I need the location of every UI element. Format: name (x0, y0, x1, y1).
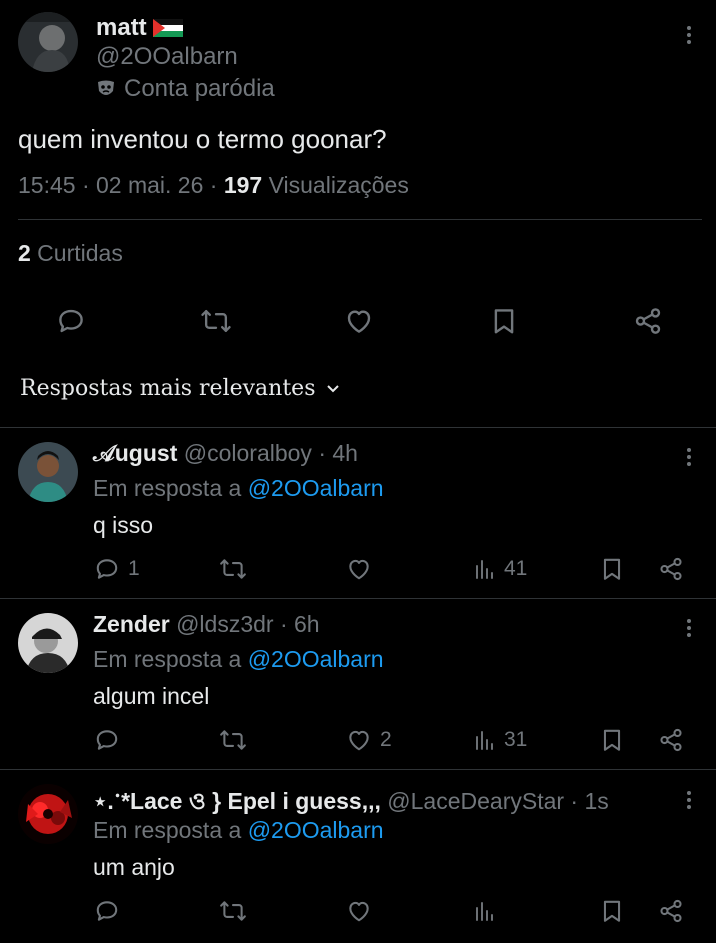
divider (18, 219, 702, 220)
like-icon[interactable] (346, 898, 372, 924)
chevron-down-icon[interactable] (326, 384, 340, 394)
retweet-icon[interactable] (219, 556, 247, 582)
reply-time[interactable]: · 6h (274, 611, 320, 637)
share-icon[interactable] (658, 727, 684, 753)
retweet-icon[interactable] (219, 727, 247, 753)
tweet-header: matt @2OOalbarn Conta paródia (18, 12, 698, 102)
retweet-button[interactable] (219, 898, 255, 924)
palestine-flag-icon (152, 19, 183, 37)
reply-to-handle[interactable]: @2OOalbarn (248, 817, 384, 843)
mask-icon (96, 79, 116, 99)
author-handle[interactable]: @2OOalbarn (96, 43, 238, 71)
reply-icon[interactable] (56, 306, 86, 336)
reply-item[interactable]: Zender @ldsz3dr · 6h Em resposta a @2OOa… (0, 598, 716, 769)
reply-button[interactable]: 1 (94, 556, 140, 582)
retweet-icon[interactable] (200, 306, 232, 336)
tweet-text: quem inventou o termo goonar? (18, 124, 387, 154)
author-name[interactable]: matt (96, 14, 183, 42)
reply-to-label: Em resposta a (93, 475, 248, 501)
reply-to-label: Em resposta a (93, 646, 248, 672)
reply-header: 𝒜ugust @coloralboy · 4h (93, 440, 358, 467)
share-icon[interactable] (658, 898, 684, 924)
avatar[interactable] (18, 784, 78, 844)
reply-icon[interactable] (94, 556, 120, 582)
reply-item[interactable]: ⋆.ॱ*Lace ও } Epel i guess,,, @LaceDearyS… (0, 769, 716, 943)
reply-to-label: Em resposta a (93, 817, 248, 843)
avatar[interactable] (18, 442, 78, 502)
reply-to-handle[interactable]: @2OOalbarn (248, 646, 384, 672)
views-count: 197 (223, 172, 263, 198)
tweet-meta: 15:45 · 02 mai. 26 · 197 Visualizações (18, 172, 409, 199)
analytics-icon[interactable] (474, 727, 496, 753)
avatar[interactable] (18, 613, 78, 673)
sort-dropdown[interactable]: Respostas mais relevantes (20, 376, 340, 401)
like-button[interactable] (346, 898, 380, 924)
bookmark-icon[interactable] (490, 306, 518, 336)
reply-context: Em resposta a @2OOalbarn (93, 475, 384, 502)
retweet-icon[interactable] (219, 898, 247, 924)
views-button[interactable] (474, 898, 504, 924)
parody-label: Conta paródia (124, 75, 275, 102)
reply-icon[interactable] (94, 898, 120, 924)
likes-label: Curtidas (30, 240, 123, 266)
parody-badge: Conta paródia (96, 75, 275, 103)
reply-text: q isso (93, 512, 154, 538)
views-button[interactable]: 31 (474, 727, 527, 753)
author-name-text[interactable]: matt (96, 14, 147, 42)
reply-author-name[interactable]: 𝒜ugust (93, 440, 177, 466)
more-options-icon[interactable] (684, 789, 694, 811)
more-options-icon[interactable] (684, 446, 694, 468)
reply-time[interactable]: · 4h (312, 440, 358, 466)
retweet-button[interactable] (219, 556, 255, 582)
retweet-button[interactable] (219, 727, 255, 753)
likes-count: 2 (18, 240, 31, 266)
like-button[interactable] (346, 556, 380, 582)
reply-author-handle[interactable]: @ldsz3dr (176, 611, 274, 637)
like-button[interactable]: 2 (346, 727, 392, 753)
sort-label[interactable]: Respostas mais relevantes (20, 376, 316, 401)
bookmark-icon[interactable] (600, 727, 624, 753)
reply-context: Em resposta a @2OOalbarn (93, 646, 384, 673)
reply-button[interactable] (94, 727, 128, 753)
reply-header: Zender @ldsz3dr · 6h (93, 611, 320, 638)
views-count: 41 (504, 557, 528, 580)
reply-button[interactable] (94, 898, 128, 924)
timestamp[interactable]: 15:45 · 02 mai. 26 · (18, 172, 224, 198)
views-label: Visualizações (262, 172, 409, 198)
like-icon[interactable] (344, 306, 374, 336)
share-icon[interactable] (633, 306, 663, 336)
reply-context: Em resposta a @2OOalbarn (93, 817, 384, 844)
reply-author-name[interactable]: Zender (93, 611, 170, 637)
reply-author-name[interactable]: ⋆.ॱ*Lace ও } Epel i guess,,, (93, 788, 381, 814)
bookmark-icon[interactable] (600, 556, 624, 582)
analytics-icon[interactable] (474, 898, 496, 924)
more-options-icon[interactable] (684, 617, 694, 639)
likes-summary[interactable]: 2 Curtidas (18, 240, 123, 267)
reply-count: 1 (128, 557, 140, 580)
like-icon[interactable] (346, 727, 372, 753)
share-icon[interactable] (658, 556, 684, 582)
views-count: 31 (504, 728, 528, 751)
reply-to-handle[interactable]: @2OOalbarn (248, 475, 384, 501)
reply-icon[interactable] (94, 727, 120, 753)
views-button[interactable]: 41 (474, 556, 527, 582)
reply-item[interactable]: 𝒜ugust @coloralboy · 4h Em resposta a @2… (0, 427, 716, 598)
reply-text: algum incel (93, 683, 210, 709)
more-options-icon[interactable] (684, 24, 694, 46)
avatar[interactable] (18, 12, 78, 72)
reply-author-handle[interactable]: @LaceDearyStar (387, 788, 564, 814)
bookmark-icon[interactable] (600, 898, 624, 924)
like-count: 2 (380, 728, 392, 751)
reply-time[interactable]: · 1s (564, 788, 608, 814)
reply-text: um anjo (93, 854, 175, 880)
reply-author-handle[interactable]: @coloralboy (184, 440, 312, 466)
like-icon[interactable] (346, 556, 372, 582)
analytics-icon[interactable] (474, 556, 496, 582)
